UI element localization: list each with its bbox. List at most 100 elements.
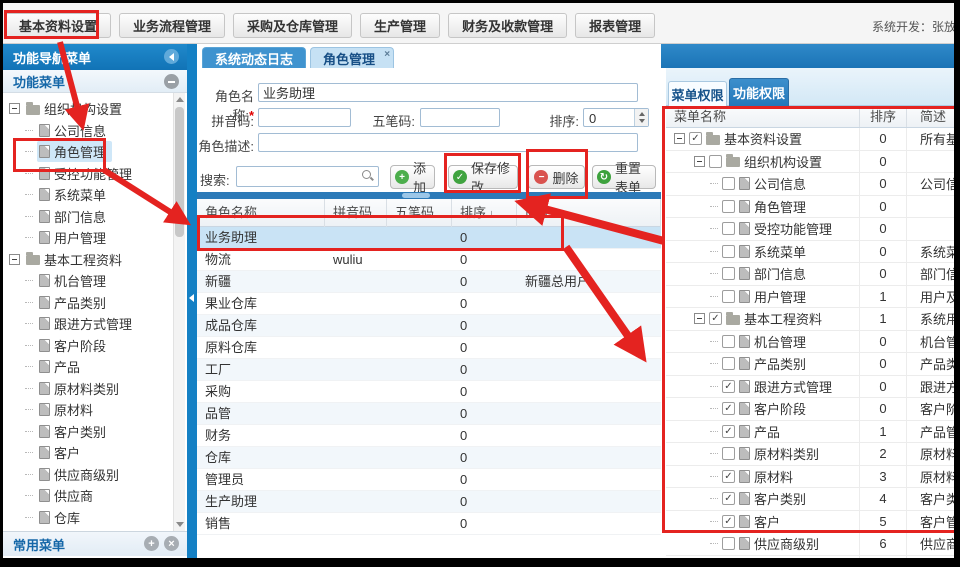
grid-row[interactable]: 采购0	[197, 381, 661, 403]
permission-row[interactable]: 机台管理0机台管	[666, 331, 955, 354]
sidebar-tree-item[interactable]: 角色管理	[3, 141, 173, 163]
checkbox-checked[interactable]: ✓	[722, 470, 735, 483]
tab-role-management[interactable]: 角色管理	[310, 47, 394, 68]
checkbox[interactable]	[722, 200, 735, 213]
sidebar-tree-item[interactable]: 基本工程资料	[3, 249, 173, 271]
checkbox-checked[interactable]: ✓	[722, 402, 735, 415]
grid-row[interactable]: 销售0	[197, 513, 661, 535]
splitter-collapse-icon[interactable]	[189, 294, 194, 302]
close-icon[interactable]	[384, 49, 390, 60]
column-header[interactable]: 五笔码	[387, 199, 452, 227]
permission-row[interactable]: 供应商	[666, 556, 955, 559]
collapse-minus-icon[interactable]	[164, 74, 179, 89]
column-header[interactable]: 角色名称	[197, 199, 325, 227]
permission-row[interactable]: ✓客户类别4客户类	[666, 488, 955, 511]
toolbar-button[interactable]: −删除	[528, 165, 585, 189]
top-menu-item[interactable]: 采购及仓库管理	[233, 13, 352, 38]
sidebar-footer[interactable]: 常用菜单	[3, 531, 187, 556]
permission-row[interactable]: 供应商级别6供应商	[666, 533, 955, 556]
tree-toggle-icon[interactable]	[694, 313, 705, 324]
checkbox[interactable]	[722, 447, 735, 460]
panel-splitter[interactable]	[187, 44, 197, 558]
grid-row[interactable]: 新疆0新疆总用户	[197, 271, 661, 293]
column-header[interactable]: 排序	[452, 199, 517, 227]
sidebar-tree-item[interactable]: 公司信息	[3, 120, 173, 142]
permission-row[interactable]: ✓基本资料设置0所有基	[666, 128, 955, 151]
tab-menu-permissions[interactable]: 菜单权限	[668, 81, 727, 106]
grid-row[interactable]: 工厂0	[197, 359, 661, 381]
sidebar-tree-item[interactable]: 原材料	[3, 399, 173, 421]
toolbar-button[interactable]: ✓保存修改	[448, 165, 518, 189]
top-menu-item[interactable]: 生产管理	[360, 13, 440, 38]
sidebar-tree-item[interactable]: 客户类别	[3, 421, 173, 443]
spin-down-icon[interactable]	[639, 119, 645, 123]
add-circle-icon[interactable]	[144, 536, 159, 551]
sidebar-accordion-header[interactable]: 功能菜单	[3, 70, 187, 93]
toolbar-button[interactable]: +添加	[390, 165, 435, 189]
role-desc-input[interactable]	[258, 133, 638, 152]
scrollbar-thumb[interactable]	[175, 107, 184, 237]
column-header[interactable]: 拼音码	[325, 199, 387, 227]
divider-collapse-handle[interactable]	[402, 193, 430, 198]
sidebar-tree-item[interactable]: 受控功能管理	[3, 163, 173, 185]
sidebar-tree-item[interactable]: 原材料类别	[3, 378, 173, 400]
sidebar-tree-item[interactable]: 机台管理	[3, 270, 173, 292]
scroll-up-icon[interactable]	[176, 97, 184, 102]
sidebar-scrollbar[interactable]	[173, 93, 185, 531]
checkbox[interactable]	[722, 222, 735, 235]
sidebar-tree-item[interactable]: 组织机构设置	[3, 98, 173, 120]
top-menu-item[interactable]: 财务及收款管理	[448, 13, 567, 38]
scroll-down-icon[interactable]	[176, 522, 184, 527]
sidebar-tree-item[interactable]: 客户	[3, 442, 173, 464]
permission-row[interactable]: ✓基本工程资料1系统用	[666, 308, 955, 331]
checkbox-checked[interactable]: ✓	[722, 515, 735, 528]
grid-row[interactable]: 果业仓库0	[197, 293, 661, 315]
grid-row[interactable]: 生产助理0	[197, 491, 661, 513]
pinyin-input[interactable]	[258, 108, 351, 127]
permission-row[interactable]: 用户管理1用户及	[666, 286, 955, 309]
checkbox-checked[interactable]: ✓	[709, 312, 722, 325]
checkbox[interactable]	[722, 357, 735, 370]
grid-row[interactable]: 原料仓库0	[197, 337, 661, 359]
grid-row[interactable]: 物流wuliu0	[197, 249, 661, 271]
permission-row[interactable]: 角色管理0	[666, 196, 955, 219]
sidebar-tree-item[interactable]: 客户阶段	[3, 335, 173, 357]
sidebar-tree-item[interactable]: 供应商	[3, 485, 173, 507]
permission-row[interactable]: 原材料类别2原材料	[666, 443, 955, 466]
sidebar-tree-item[interactable]: 产品类别	[3, 292, 173, 314]
tree-toggle-icon[interactable]	[9, 254, 20, 265]
permission-row[interactable]: ✓客户阶段0客户阶	[666, 398, 955, 421]
permission-row[interactable]: 组织机构设置0	[666, 151, 955, 174]
sidebar-tree-item[interactable]: 仓库	[3, 507, 173, 529]
wubi-input[interactable]	[420, 108, 500, 127]
grid-row[interactable]: 财务0	[197, 425, 661, 447]
tree-toggle-icon[interactable]	[9, 103, 20, 114]
grid-row[interactable]: 业务助理0	[197, 227, 661, 249]
sidebar-tree-item[interactable]: 供应商级别	[3, 464, 173, 486]
tab-function-permissions[interactable]: 功能权限	[729, 78, 789, 106]
tree-toggle-icon[interactable]	[674, 133, 685, 144]
sidebar-tree-item[interactable]: 部门信息	[3, 206, 173, 228]
permission-row[interactable]: 部门信息0部门信	[666, 263, 955, 286]
top-menu-item[interactable]: 基本资料设置	[5, 13, 111, 38]
checkbox-checked[interactable]: ✓	[722, 425, 735, 438]
checkbox-checked[interactable]: ✓	[722, 492, 735, 505]
sidebar-tree-item[interactable]: 用户管理	[3, 227, 173, 249]
checkbox[interactable]	[722, 537, 735, 550]
sort-spinner[interactable]: 0	[583, 108, 649, 127]
checkbox[interactable]	[709, 155, 722, 168]
sidebar-tree-item[interactable]: 系统菜单	[3, 184, 173, 206]
spin-up-icon[interactable]	[639, 112, 645, 116]
tree-toggle-icon[interactable]	[694, 156, 705, 167]
checkbox[interactable]	[722, 177, 735, 190]
checkbox[interactable]	[722, 290, 735, 303]
top-menu-item[interactable]: 报表管理	[575, 13, 655, 38]
toolbar-button[interactable]: ↻重置表单	[592, 165, 656, 189]
checkbox[interactable]	[722, 335, 735, 348]
grid-row[interactable]: 品管0	[197, 403, 661, 425]
permission-row[interactable]: ✓跟进方式管理0跟进方	[666, 376, 955, 399]
checkbox[interactable]	[722, 245, 735, 258]
sidebar-tree-item[interactable]: 产品	[3, 356, 173, 378]
column-header[interactable]: 简述	[517, 199, 661, 227]
tab-system-log[interactable]: 系统动态日志	[202, 47, 306, 68]
